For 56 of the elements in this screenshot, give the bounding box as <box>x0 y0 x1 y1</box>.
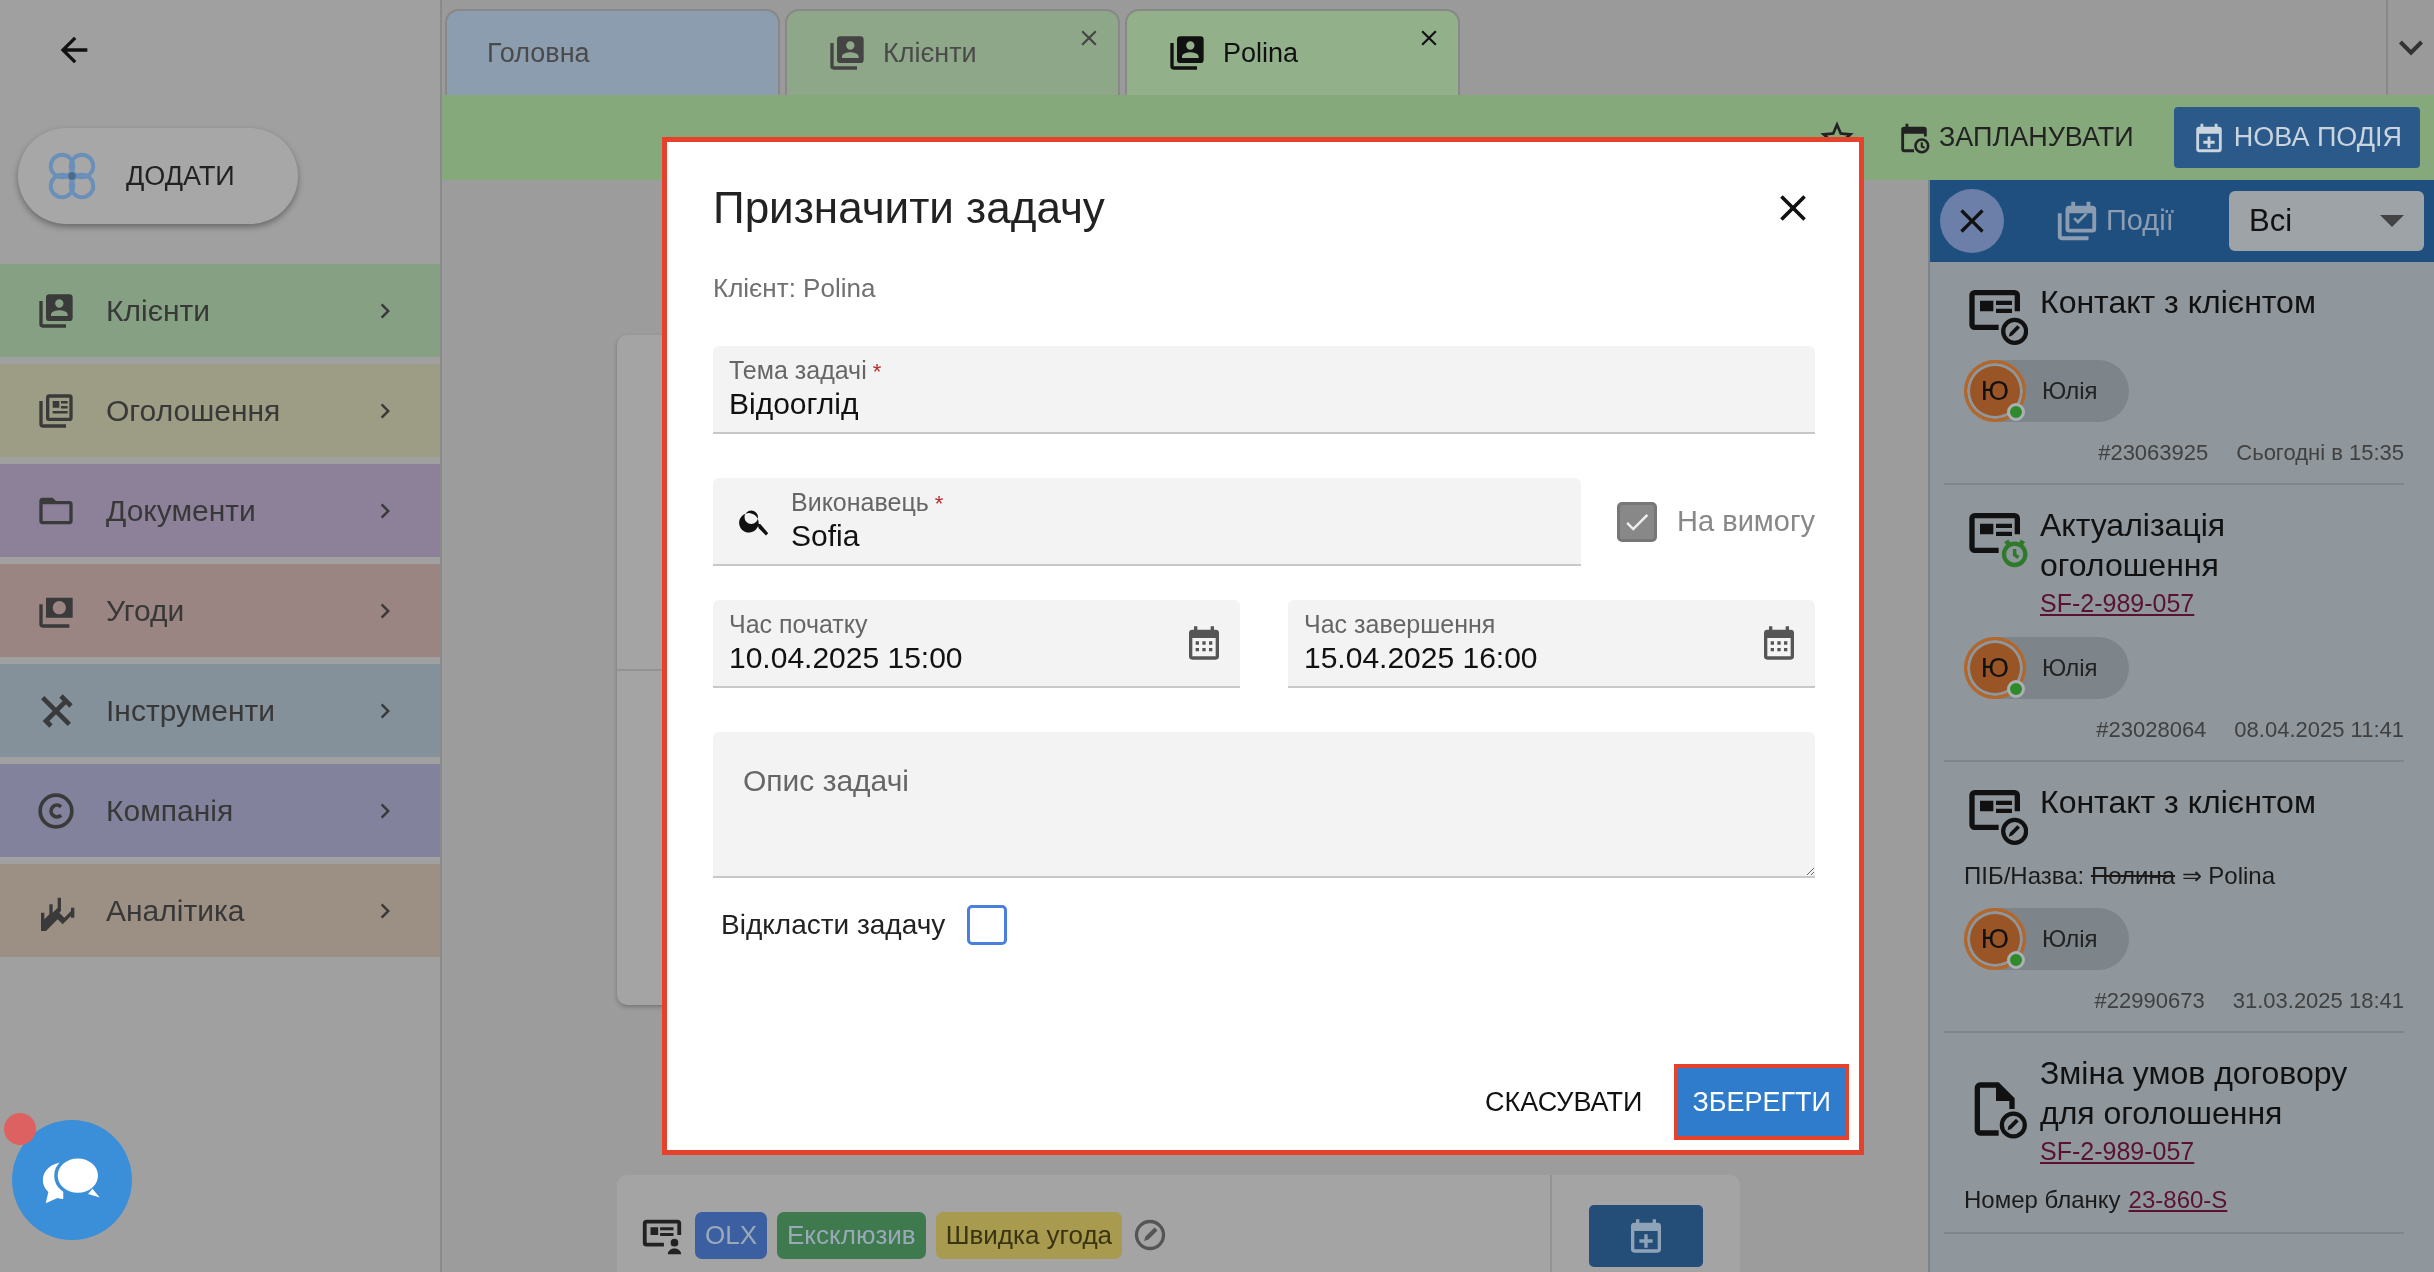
subject-field[interactable]: Тема задачі * Відооглід <box>713 345 1815 434</box>
listing-link[interactable]: SF-2-989-057 <box>2040 1132 2195 1170</box>
schedule-button[interactable]: ЗАПЛАНУВАТИ <box>1897 117 2134 158</box>
dropdown-arrow-icon <box>2380 215 2404 227</box>
sidebar-item[interactable]: Клієнти <box>0 264 440 357</box>
start-time-field[interactable]: Час початку 10.04.2025 15:00 <box>713 599 1240 688</box>
sidebar-item[interactable]: Оголошення <box>0 364 440 457</box>
sidebar-item[interactable]: Аналітика <box>0 864 440 957</box>
avatar: Ю <box>1964 636 2026 699</box>
postpone-label: Відкласти задачу <box>721 907 946 942</box>
panel-title: Події <box>2106 203 2174 239</box>
save-button[interactable]: ЗБЕРЕГТИ <box>1674 1063 1849 1140</box>
tag: Швидка угода <box>935 1211 1123 1259</box>
add-event-button[interactable] <box>1589 1205 1703 1267</box>
event-title: Контакт з клієнтом <box>2040 782 2316 822</box>
event-time: 08.04.2025 11:41 <box>2234 715 2404 744</box>
avatar: Ю <box>1964 907 2026 970</box>
user-chip[interactable]: Ю Юлія <box>1964 907 2129 970</box>
form-number-link[interactable]: 23-860-S <box>2128 1182 2228 1218</box>
tab[interactable]: Polina <box>1125 9 1460 95</box>
listing-link[interactable]: SF-2-989-057 <box>2040 585 2195 623</box>
event-time: 31.03.2025 18:41 <box>2232 986 2404 1015</box>
cancel-button[interactable]: СКАСУВАТИ <box>1475 1071 1653 1132</box>
user-chip[interactable]: Ю Юлія <box>1964 360 2129 422</box>
sidebar-item[interactable]: Компанія <box>0 764 440 857</box>
tag: OLX <box>695 1211 768 1259</box>
event-title: Зміна умов договору для оголошення <box>2040 1053 2349 1133</box>
event-title: Актуалізація оголошення <box>2040 506 2227 585</box>
tag: Ексклюзив <box>777 1211 926 1259</box>
copyright-icon <box>36 790 76 831</box>
avatar: Ю <box>1964 360 2026 422</box>
change-text: ПІБ/Назва: Полина ⇒ Polina <box>1964 860 2277 891</box>
contact-card-icon <box>827 33 867 73</box>
tab[interactable]: Клієнти <box>785 9 1120 95</box>
event-id: #23063925 <box>2098 439 2209 467</box>
event-time: Сьогодні в 15:35 <box>2236 439 2404 467</box>
description-field[interactable]: Опис задачі <box>713 731 1815 878</box>
event-id: #23028064 <box>2096 715 2207 744</box>
postpone-checkbox[interactable] <box>967 904 1008 945</box>
client-label: Клієнт: Polina <box>713 271 877 305</box>
form-number-label: Номер бланку <box>1964 1185 2121 1215</box>
event-id: #22990673 <box>2094 986 2205 1015</box>
sidebar-item[interactable]: Угоди <box>0 564 440 657</box>
contact-card-icon <box>1167 33 1207 73</box>
assignee-field[interactable]: Виконавець * Sofia <box>713 477 1582 566</box>
user-chip[interactable]: Ю Юлія <box>1964 636 2129 699</box>
end-time-field[interactable]: Час завершення 15.04.2025 16:00 <box>1288 599 1815 688</box>
sidebar-item[interactable]: Інструменти <box>0 664 440 757</box>
add-button[interactable]: ДОДАТИ <box>18 128 298 224</box>
new-event-button[interactable]: НОВА ПОДІЯ <box>2173 107 2420 168</box>
tab[interactable]: Головна <box>445 9 780 95</box>
filter-dropdown[interactable]: Всі <box>2229 191 2424 251</box>
sidebar-item[interactable]: Документи <box>0 464 440 557</box>
dialog-title: Призначити задачу <box>713 182 1105 234</box>
event-title: Контакт з клієнтом <box>2040 283 2316 322</box>
on-demand-label: На вимогу <box>1677 504 1815 540</box>
